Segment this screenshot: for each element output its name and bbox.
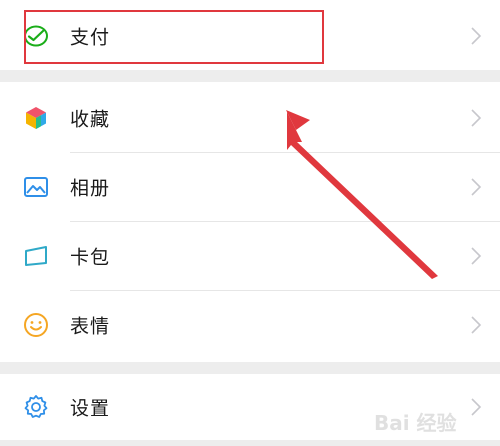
- gear-icon: [22, 393, 50, 421]
- chevron-right-icon: [470, 177, 482, 197]
- photo-album-icon: [22, 173, 50, 201]
- menu-item-cards[interactable]: 卡包: [0, 222, 500, 290]
- menu-item-favorites[interactable]: 收藏: [0, 84, 500, 152]
- favorites-cube-icon: [22, 104, 50, 132]
- menu-item-settings-label: 设置: [70, 397, 111, 420]
- menu-item-stickers[interactable]: 表情: [0, 291, 500, 359]
- card-wallet-icon: [22, 242, 50, 270]
- menu-item-pay-label: 支付: [70, 26, 111, 49]
- menu-item-pay[interactable]: 支付: [0, 2, 500, 70]
- chevron-right-icon: [470, 108, 482, 128]
- chevron-right-icon: [470, 315, 482, 335]
- chevron-right-icon: [470, 26, 482, 46]
- menu-item-favorites-label: 收藏: [70, 108, 111, 131]
- smiley-icon: [22, 311, 50, 339]
- menu-item-cards-label: 卡包: [70, 246, 111, 269]
- menu-item-settings[interactable]: 设置: [0, 373, 500, 441]
- chevron-right-icon: [470, 246, 482, 266]
- menu-item-stickers-label: 表情: [70, 315, 111, 338]
- wechat-pay-icon: [22, 22, 50, 50]
- settings-section: 设置: [0, 374, 500, 440]
- features-section: 收藏 相册 卡包 表情: [0, 82, 500, 362]
- chevron-right-icon: [470, 397, 482, 417]
- pay-section: 支付: [0, 0, 500, 70]
- menu-item-album[interactable]: 相册: [0, 153, 500, 221]
- menu-item-album-label: 相册: [70, 177, 111, 200]
